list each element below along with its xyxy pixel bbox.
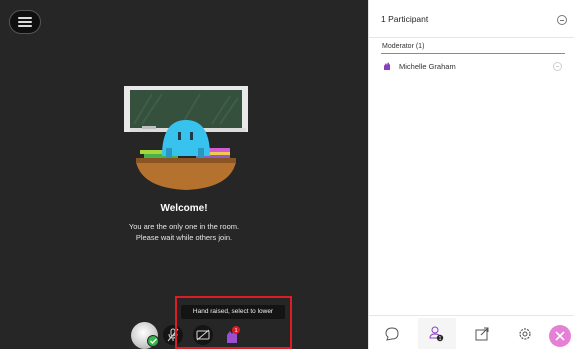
chat-icon <box>385 327 399 341</box>
welcome-title: Welcome! <box>160 203 208 214</box>
participant-name: Michelle Graham <box>399 62 456 71</box>
close-icon <box>555 331 565 341</box>
panel-header: 1 Participant <box>369 0 574 38</box>
section-divider <box>381 53 565 54</box>
participants-panel: 1 Participant Moderator (1) Michelle Gra… <box>368 0 574 349</box>
share-content-tab[interactable] <box>471 324 493 344</box>
panel-footer: 1 <box>369 315 574 349</box>
participant-options-icon[interactable] <box>553 62 562 71</box>
participants-count-badge: 1 <box>439 336 442 342</box>
desk <box>136 162 236 190</box>
session-menu-button[interactable] <box>9 10 41 34</box>
hamburger-icon <box>18 17 32 27</box>
settings-tab[interactable] <box>514 324 536 344</box>
participant-row[interactable]: Michelle Graham <box>381 59 565 73</box>
close-panel-button[interactable] <box>549 325 571 347</box>
participants-icon: 1 <box>429 326 444 342</box>
share-content-icon <box>475 327 489 341</box>
status-check-icon <box>147 335 159 347</box>
participants-tab[interactable]: 1 <box>418 318 456 349</box>
highlight-box <box>175 296 292 349</box>
moderator-section-label: Moderator (1) <box>382 43 425 50</box>
moderator-icon <box>384 62 390 70</box>
panel-title: 1 Participant <box>381 14 429 24</box>
chat-tab[interactable] <box>381 324 403 344</box>
settings-icon <box>519 328 531 340</box>
session-stage: Welcome! You are the only one in the roo… <box>0 0 368 349</box>
welcome-message-line1: You are the only one in the room. <box>128 222 240 231</box>
collapse-panel-icon[interactable] <box>557 15 567 25</box>
welcome-message-line2: Please wait while others join. <box>135 233 233 242</box>
collaborate-window: Welcome! You are the only one in the roo… <box>0 0 574 349</box>
classroom-illustration <box>124 86 248 190</box>
